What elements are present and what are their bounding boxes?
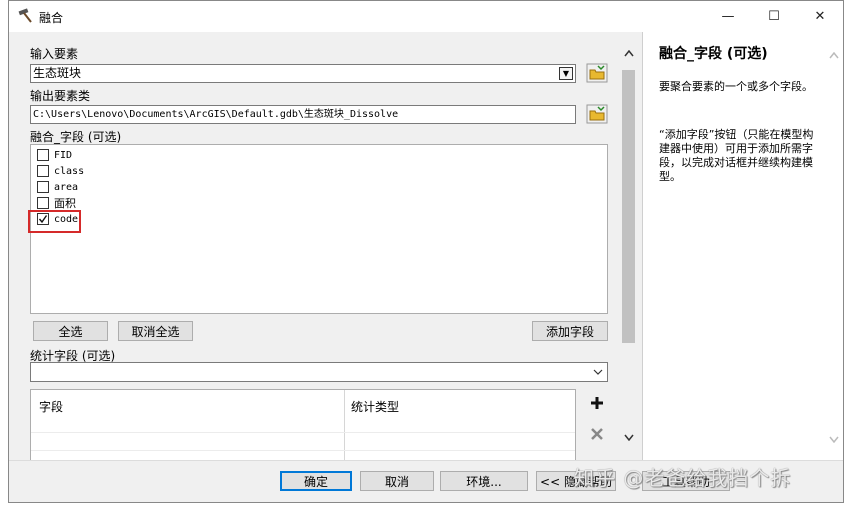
dissolve-fields-label: 融合_字段 (可选)	[30, 130, 122, 144]
window-title: 融合	[39, 11, 64, 25]
row-divider	[31, 450, 575, 451]
minimize-button[interactable]: —	[705, 1, 751, 32]
close-button[interactable]: ✕	[797, 1, 843, 32]
add-field-button[interactable]: 添加字段	[532, 321, 608, 341]
remove-row-button[interactable]	[586, 423, 608, 445]
field-checkbox-area[interactable]: area	[37, 180, 78, 194]
dissolve-dialog: 融合 — ☐ ✕ 输入要素 生态斑块 ▼ 输出要素类 C:\Users\Leno…	[8, 0, 844, 503]
close-icon: ✕	[814, 9, 826, 24]
help-scroll-down-icon[interactable]	[829, 432, 839, 446]
help-title: 融合_字段 (可选)	[659, 46, 768, 62]
column-header-field: 字段	[39, 400, 64, 414]
select-all-button[interactable]: 全选	[33, 321, 108, 341]
field-checkbox-mianji[interactable]: 面积	[37, 196, 76, 210]
column-header-stat-type: 统计类型	[351, 400, 400, 414]
input-features-combo[interactable]: 生态斑块 ▼	[30, 64, 576, 83]
input-features-value: 生态斑块	[33, 66, 82, 80]
output-feature-class-label: 输出要素类	[30, 89, 91, 103]
scrollbar-thumb[interactable]	[622, 70, 635, 343]
output-feature-class-input[interactable]: C:\Users\Lenovo\Documents\ArcGIS\Default…	[30, 105, 576, 124]
maximize-icon: ☐	[768, 9, 780, 24]
dissolve-fields-list[interactable]: FID class area 面积 code	[30, 144, 608, 314]
browse-input-button[interactable]	[586, 63, 608, 83]
maximize-button[interactable]: ☐	[751, 1, 797, 32]
field-checkbox-fid[interactable]: FID	[37, 148, 72, 162]
highlight-box	[28, 210, 81, 233]
help-paragraph-2: “添加字段”按钮（只能在模型构建器中使用）可用于添加所需字段，以完成对话框并继续…	[659, 128, 814, 183]
folder-icon	[586, 104, 608, 124]
parameters-scrollbar[interactable]	[620, 46, 637, 446]
field-label: FID	[54, 149, 73, 161]
title-bar[interactable]: 融合 — ☐ ✕	[9, 1, 843, 32]
checkbox-unchecked[interactable]	[37, 197, 49, 209]
add-row-button[interactable]	[586, 392, 608, 414]
row-divider	[31, 432, 575, 433]
chevron-down-icon	[593, 369, 603, 375]
plus-icon	[591, 397, 603, 409]
scroll-up-icon[interactable]	[620, 46, 637, 60]
checkbox-unchecked[interactable]	[37, 181, 49, 193]
checkbox-unchecked[interactable]	[37, 149, 49, 161]
parameters-pane: 输入要素 生态斑块 ▼ 输出要素类 C:\Users\Lenovo\Docume…	[9, 32, 641, 461]
checkbox-unchecked[interactable]	[37, 165, 49, 177]
environments-button[interactable]: 环境...	[440, 471, 528, 491]
x-icon	[591, 428, 603, 440]
input-features-label: 输入要素	[30, 47, 79, 61]
ok-button[interactable]: 确定	[280, 471, 352, 491]
statistics-field-combo[interactable]	[30, 362, 608, 382]
field-label: class	[54, 165, 85, 177]
statistics-table[interactable]: 字段 统计类型	[30, 389, 576, 461]
dropdown-arrow-icon[interactable]: ▼	[559, 67, 573, 80]
field-label: 面积	[54, 197, 76, 210]
watermark-text: 知乎 @老爸给我挡个拆	[574, 466, 792, 490]
help-scroll-up-icon[interactable]	[829, 48, 839, 62]
help-paragraph-1: 要聚合要素的一个或多个字段。	[659, 80, 813, 93]
help-pane: 融合_字段 (可选) 要聚合要素的一个或多个字段。 “添加字段”按钮（只能在模型…	[642, 32, 843, 460]
cancel-button[interactable]: 取消	[360, 471, 434, 491]
folder-icon	[586, 63, 608, 83]
hammer-icon	[17, 8, 35, 24]
scroll-down-icon[interactable]	[620, 430, 637, 444]
output-feature-class-value: C:\Users\Lenovo\Documents\ArcGIS\Default…	[33, 109, 399, 120]
field-checkbox-class[interactable]: class	[37, 164, 84, 178]
field-label: area	[54, 181, 79, 193]
browse-output-button[interactable]	[586, 104, 608, 124]
unselect-all-button[interactable]: 取消全选	[118, 321, 193, 341]
minimize-icon: —	[721, 9, 735, 24]
